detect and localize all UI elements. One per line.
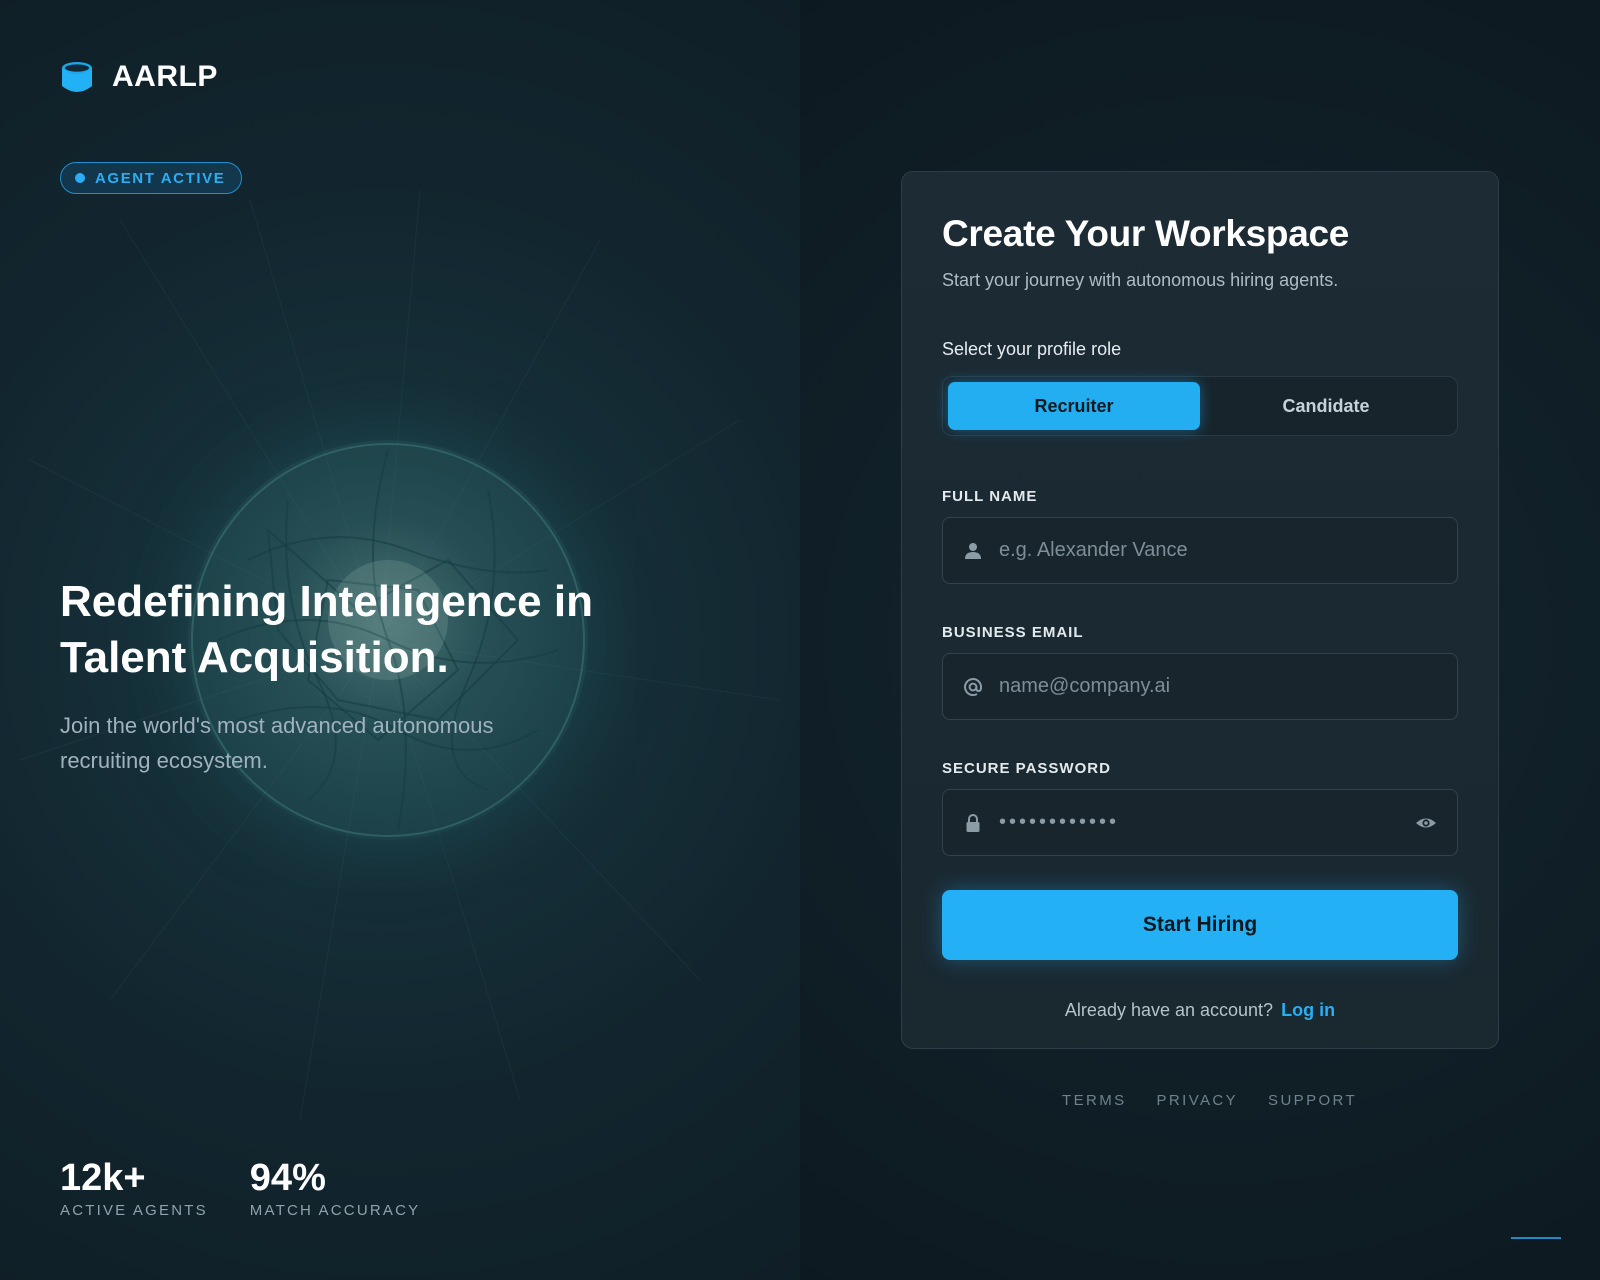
- full-name-field[interactable]: [942, 517, 1458, 584]
- role-option-recruiter[interactable]: Recruiter: [948, 382, 1200, 430]
- login-link[interactable]: Log in: [1281, 1000, 1335, 1020]
- stat-active-agents: 12k+ ACTIVE AGENTS: [60, 1158, 208, 1219]
- footer-link-terms[interactable]: TERMS: [1062, 1092, 1127, 1109]
- stats-row: 12k+ ACTIVE AGENTS 94% MATCH ACCURACY: [60, 1158, 420, 1219]
- footer-links: TERMS PRIVACY SUPPORT: [1062, 1092, 1357, 1109]
- user-icon: [965, 542, 981, 559]
- database-logo-icon: [62, 62, 92, 92]
- login-prompt: Already have an account? Log in: [942, 1000, 1458, 1021]
- form-subtitle: Start your journey with autonomous hirin…: [942, 270, 1339, 290]
- stat-value: 12k+: [60, 1157, 146, 1199]
- brand-name: AARLP: [112, 60, 218, 93]
- email-label: BUSINESS EMAIL: [942, 624, 1084, 641]
- email-group: BUSINESS EMAIL: [942, 624, 1458, 720]
- password-field[interactable]: ••••••••••••: [942, 789, 1458, 856]
- stat-match-accuracy: 94% MATCH ACCURACY: [250, 1158, 421, 1219]
- hero-subtitle: Join the world's most advanced autonomou…: [60, 713, 494, 773]
- agent-status-badge: AGENT ACTIVE: [60, 162, 243, 194]
- stat-label: MATCH ACCURACY: [249, 1202, 421, 1219]
- full-name-group: FULL NAME: [942, 488, 1458, 584]
- signup-card: Create Your Workspace Start your journey…: [901, 171, 1499, 1049]
- start-hiring-button[interactable]: Start Hiring: [942, 890, 1458, 960]
- full-name-input[interactable]: [999, 539, 1437, 562]
- stat-label: ACTIVE AGENTS: [60, 1202, 208, 1219]
- email-field[interactable]: [942, 653, 1458, 720]
- brand-panel: AARLP AGENT ACTIVE Redefining Intelligen…: [0, 0, 800, 1280]
- eye-icon[interactable]: [1415, 813, 1437, 833]
- password-input[interactable]: ••••••••••••: [999, 811, 1399, 834]
- brand-logo[interactable]: AARLP: [60, 60, 218, 94]
- status-dot-icon: [75, 173, 85, 183]
- hero-title: Redefining Intelligence in Talent Acquis…: [60, 577, 593, 682]
- corner-accent-line: [1511, 1237, 1561, 1239]
- footer-link-privacy[interactable]: PRIVACY: [1157, 1092, 1239, 1109]
- footer-link-support[interactable]: SUPPORT: [1268, 1092, 1357, 1109]
- role-label: Select your profile role: [942, 339, 1122, 359]
- login-prompt-text: Already have an account?: [1064, 1000, 1274, 1020]
- stat-value: 94%: [249, 1157, 326, 1199]
- at-icon: [964, 677, 983, 696]
- password-group: SECURE PASSWORD ••••••••••••: [942, 760, 1458, 856]
- status-badge-label: AGENT ACTIVE: [95, 169, 226, 187]
- email-input[interactable]: [999, 675, 1437, 698]
- role-toggle: Recruiter Candidate: [942, 376, 1458, 436]
- form-title: Create Your Workspace: [942, 213, 1350, 254]
- password-label: SECURE PASSWORD: [942, 760, 1111, 777]
- full-name-label: FULL NAME: [942, 488, 1038, 505]
- lock-icon: [966, 813, 980, 832]
- role-option-candidate[interactable]: Candidate: [1200, 382, 1452, 430]
- hero-section: Redefining Intelligence in Talent Acquis…: [60, 574, 700, 778]
